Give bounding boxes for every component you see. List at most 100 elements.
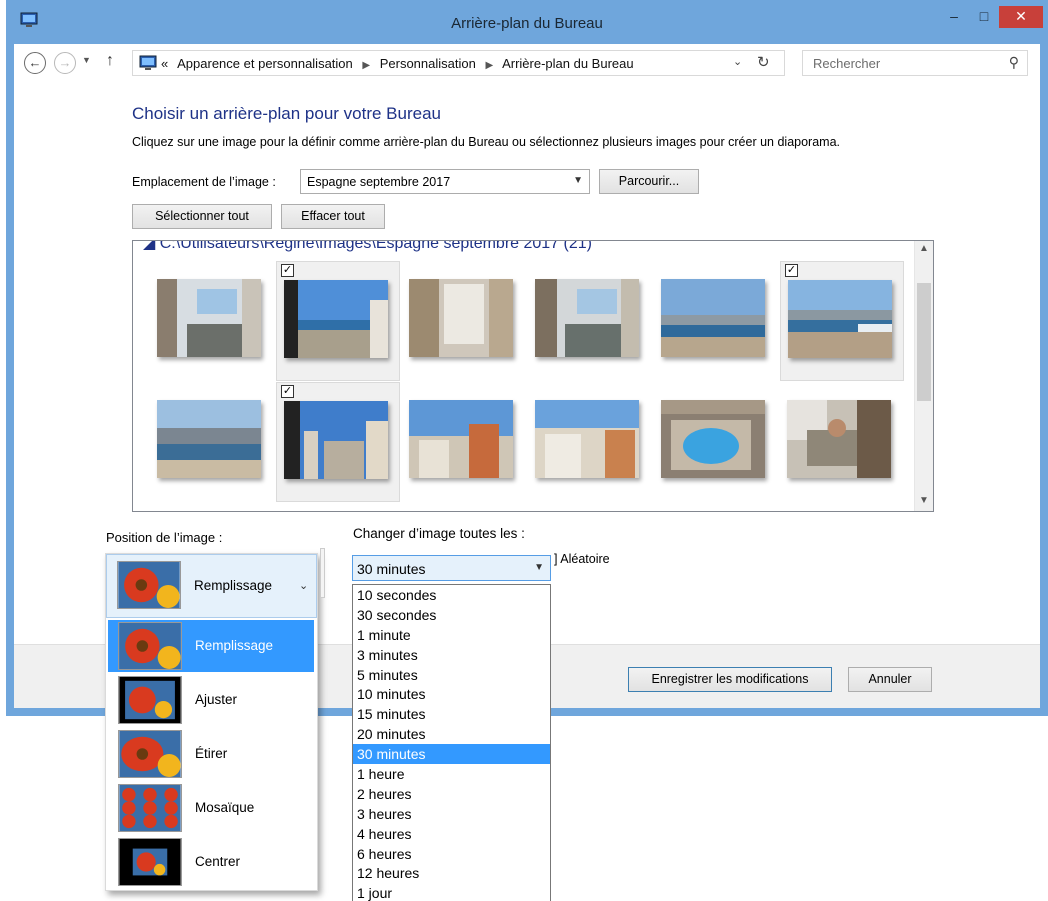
- image-tile[interactable]: [150, 261, 274, 381]
- breadcrumb-item[interactable]: Personnalisation: [380, 56, 476, 71]
- image-tile[interactable]: [654, 382, 778, 502]
- image-thumbnail: [157, 400, 261, 478]
- image-thumbnail: [409, 400, 513, 478]
- list-item[interactable]: 2 heures: [353, 784, 550, 804]
- list-item[interactable]: 12 heures: [353, 863, 550, 883]
- interval-dropdown-list: 10 secondes 30 secondes 1 minute 3 minut…: [352, 584, 551, 901]
- title-bar[interactable]: Arrière-plan du Bureau – □ ✕: [6, 0, 1048, 44]
- position-option-fill[interactable]: Remplissage: [108, 620, 314, 672]
- chevron-right-icon[interactable]: ▶: [362, 60, 370, 71]
- vertical-scrollbar[interactable]: ▲ ▼: [914, 241, 933, 511]
- scroll-up-icon[interactable]: ▲: [919, 243, 929, 254]
- image-grid: ◢ C:\Utilisateurs\Régine\Images\Espagne …: [132, 240, 934, 512]
- image-tile[interactable]: [528, 261, 652, 381]
- checkbox[interactable]: ✓: [281, 385, 294, 398]
- list-item[interactable]: 5 minutes: [353, 665, 550, 685]
- image-thumbnail: [409, 279, 513, 357]
- chevron-down-icon: ▼: [534, 562, 544, 573]
- browse-button[interactable]: Parcourir...: [599, 169, 699, 194]
- list-item[interactable]: 20 minutes: [353, 724, 550, 744]
- breadcrumb: « Apparence et personnalisation ▶ Person…: [161, 56, 640, 71]
- image-tile[interactable]: [402, 382, 526, 502]
- minimize-button[interactable]: –: [941, 6, 967, 28]
- location-value: Espagne septembre 2017: [307, 175, 451, 189]
- position-option-center[interactable]: Centrer: [108, 836, 314, 888]
- list-item[interactable]: 30 secondes: [353, 605, 550, 625]
- chevron-right-icon[interactable]: ▶: [485, 60, 493, 71]
- close-button[interactable]: ✕: [999, 6, 1043, 28]
- list-item[interactable]: 3 minutes: [353, 645, 550, 665]
- position-option-tile[interactable]: Mosaïque: [108, 782, 314, 834]
- maximize-button[interactable]: □: [971, 6, 997, 28]
- option-label: Ajuster: [195, 692, 238, 707]
- image-tile[interactable]: [402, 261, 526, 381]
- clear-all-button[interactable]: Effacer tout: [281, 204, 385, 229]
- image-thumbnail: [788, 280, 892, 358]
- cancel-button[interactable]: Annuler: [848, 667, 932, 692]
- divider: [320, 548, 325, 598]
- chevron-down-icon[interactable]: ⌄: [733, 55, 742, 68]
- tile-preview-icon: [118, 784, 182, 832]
- chevron-down-icon: ▼: [573, 175, 583, 186]
- image-tile[interactable]: [780, 382, 904, 502]
- location-select[interactable]: Espagne septembre 2017 ▼: [300, 169, 590, 194]
- breadcrumb-item[interactable]: Apparence et personnalisation: [177, 56, 353, 71]
- recent-locations-icon[interactable]: ▼: [82, 55, 91, 65]
- search-icon[interactable]: ⚲: [1009, 54, 1019, 71]
- list-item[interactable]: 10 minutes: [353, 684, 550, 704]
- position-selected-value: Remplissage: [194, 578, 273, 593]
- image-thumbnail: [535, 279, 639, 357]
- option-label: Mosaïque: [195, 800, 255, 815]
- interval-label: Changer d’image toutes les :: [353, 526, 525, 541]
- fill-preview-icon: [117, 561, 181, 609]
- list-item[interactable]: 15 minutes: [353, 704, 550, 724]
- search-placeholder: Rechercher: [813, 56, 881, 71]
- search-box[interactable]: Rechercher ⚲: [802, 50, 1028, 76]
- checkbox[interactable]: ✓: [281, 264, 294, 277]
- image-thumbnail: [284, 401, 388, 479]
- list-item-selected[interactable]: 30 minutes: [353, 744, 550, 765]
- image-tile[interactable]: ✓: [276, 382, 400, 502]
- position-dropdown: Remplissage ⌄ Remplissage Ajuster Étirer…: [105, 553, 318, 891]
- refresh-icon[interactable]: ↻: [757, 53, 770, 71]
- image-tile[interactable]: [528, 382, 652, 502]
- breadcrumb-overflow[interactable]: «: [161, 56, 168, 71]
- shuffle-checkbox[interactable]: ] Aléatoire: [554, 552, 610, 566]
- position-select[interactable]: Remplissage ⌄: [106, 554, 317, 618]
- folder-path: C:\Utilisateurs\Régine\Images\Espagne se…: [159, 240, 592, 252]
- image-tile[interactable]: ✓: [780, 261, 904, 381]
- list-item[interactable]: 1 heure: [353, 764, 550, 784]
- position-option-fit[interactable]: Ajuster: [108, 674, 314, 726]
- save-changes-button[interactable]: Enregistrer les modifications: [628, 667, 832, 692]
- image-tile[interactable]: [150, 382, 274, 502]
- position-option-stretch[interactable]: Étirer: [108, 728, 314, 780]
- page-description: Cliquez sur une image pour la définir co…: [132, 135, 841, 149]
- list-item[interactable]: 4 heures: [353, 824, 550, 844]
- list-item[interactable]: 3 heures: [353, 804, 550, 824]
- list-item[interactable]: 1 jour: [353, 883, 550, 901]
- interval-select[interactable]: 30 minutes ▼: [352, 555, 551, 581]
- image-thumbnail: [661, 400, 765, 478]
- image-thumbnail: [787, 400, 891, 478]
- image-tile[interactable]: ✓: [276, 261, 400, 381]
- address-bar[interactable]: « Apparence et personnalisation ▶ Person…: [132, 50, 785, 76]
- breadcrumb-item[interactable]: Arrière-plan du Bureau: [502, 56, 634, 71]
- image-thumbnail: [535, 400, 639, 478]
- fit-preview-icon: [118, 676, 182, 724]
- chevron-down-icon: ⌄: [299, 580, 309, 592]
- select-all-button[interactable]: Sélectionner tout: [132, 204, 272, 229]
- folder-group-header[interactable]: ◢ C:\Utilisateurs\Régine\Images\Espagne …: [143, 240, 592, 253]
- up-arrow-icon[interactable]: ↑: [106, 52, 114, 70]
- scroll-down-icon[interactable]: ▼: [919, 495, 929, 506]
- list-item[interactable]: 6 heures: [353, 844, 550, 864]
- image-tile[interactable]: [654, 261, 778, 381]
- back-icon[interactable]: ←: [24, 52, 46, 74]
- scroll-thumb[interactable]: [917, 283, 931, 401]
- stretch-preview-icon: [118, 730, 182, 778]
- forward-icon[interactable]: →: [54, 52, 76, 74]
- window-title: Arrière-plan du Bureau: [451, 15, 603, 32]
- center-preview-icon: [118, 838, 182, 886]
- checkbox[interactable]: ✓: [785, 264, 798, 277]
- list-item[interactable]: 1 minute: [353, 625, 550, 645]
- list-item[interactable]: 10 secondes: [353, 585, 550, 605]
